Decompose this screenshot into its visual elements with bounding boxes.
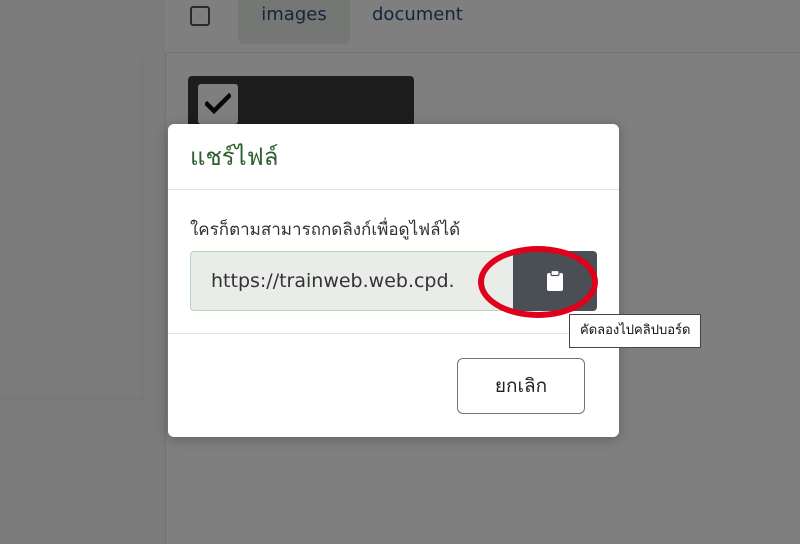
modal-title: แชร์ไฟล์ <box>190 143 279 171</box>
cancel-button[interactable]: ยกเลิก <box>457 357 585 414</box>
link-input-group <box>190 251 597 311</box>
share-file-modal: แชร์ไฟล์ ใครก็ตามสามารถกดลิงก์เพื่อดูไฟล… <box>168 124 619 437</box>
copy-to-clipboard-button[interactable] <box>513 251 597 311</box>
copy-tooltip: คัดลองไปคลิปบอร์ด <box>569 314 702 348</box>
modal-body: ใครก็ตามสามารถกดลิงก์เพื่อดูไฟล์ได้ <box>168 190 619 333</box>
modal-footer: ยกเลิก <box>168 333 619 437</box>
modal-header: แชร์ไฟล์ <box>168 124 619 190</box>
share-link-input[interactable] <box>190 251 513 311</box>
clipboard-icon <box>547 270 563 291</box>
share-description: ใครก็ตามสามารถกดลิงก์เพื่อดูไฟล์ได้ <box>190 220 461 240</box>
